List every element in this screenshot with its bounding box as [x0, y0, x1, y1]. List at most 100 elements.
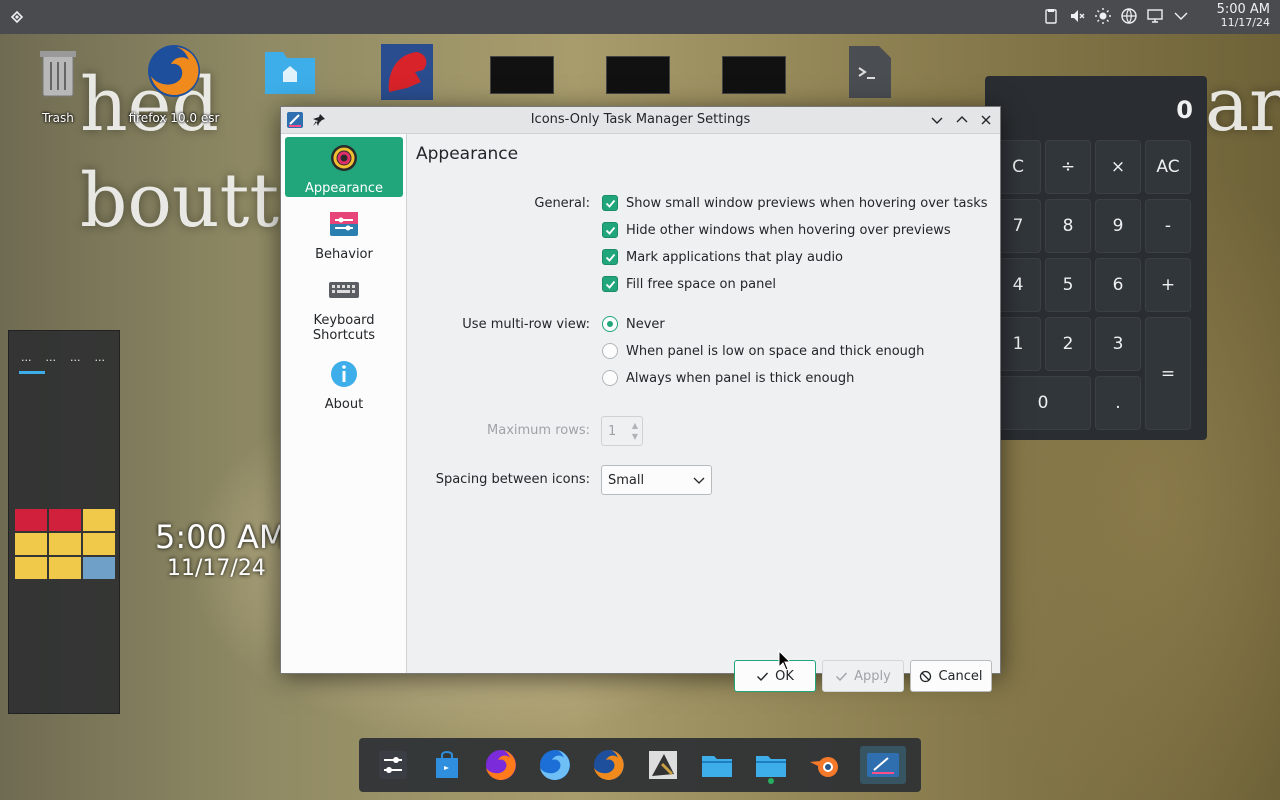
option-fill-free-space[interactable]: Fill free space on panel: [602, 276, 776, 292]
desktop-icon-video-1[interactable]: [474, 42, 570, 102]
checkbox[interactable]: [602, 249, 618, 265]
maximize-button[interactable]: [953, 111, 971, 129]
close-icon: [981, 115, 991, 125]
multirow-label: Use multi-row view:: [462, 317, 590, 332]
radio-label: Always when panel is thick enough: [626, 370, 855, 386]
calculator-key[interactable]: 8: [1045, 199, 1091, 253]
pager-desktop[interactable]: ...: [70, 351, 81, 364]
app-launcher-icon[interactable]: [8, 8, 26, 26]
sidebar-item-label: About: [324, 397, 364, 412]
volume-muted-icon[interactable]: [1068, 7, 1086, 25]
option-hide-other-windows[interactable]: Hide other windows when hovering over pr…: [602, 222, 951, 238]
pager-desktop[interactable]: ...: [21, 351, 32, 364]
calculator-key[interactable]: AC: [1145, 140, 1191, 194]
calculator-key[interactable]: 1: [995, 317, 1041, 371]
calculator-key[interactable]: +: [1145, 258, 1191, 312]
sidebar-item-about[interactable]: About: [285, 353, 403, 413]
checkbox[interactable]: [602, 195, 618, 211]
calculator-key[interactable]: ×: [1095, 140, 1141, 194]
clipboard-icon[interactable]: [1042, 7, 1060, 25]
desktop-clock-date: 11/17/24: [167, 556, 266, 581]
dock-item-firefox[interactable]: [482, 746, 520, 784]
checkbox[interactable]: [602, 276, 618, 292]
desktop-icon-label: Trash: [42, 111, 74, 125]
dock-item-task-manager-settings[interactable]: [860, 746, 906, 784]
panel-clock[interactable]: 5:00 AM 11/17/24: [1217, 3, 1270, 29]
desktop-icon-terminal[interactable]: [822, 42, 918, 111]
pager-desktop[interactable]: ...: [95, 351, 106, 364]
sidebar-item-label: Keyboard Shortcuts: [312, 313, 376, 343]
option-show-previews[interactable]: Show small window previews when hovering…: [602, 195, 988, 211]
file-manager-icon: [702, 756, 732, 777]
home-folder-icon: [265, 52, 315, 94]
comic-thumbnail[interactable]: [15, 509, 115, 579]
desktop-icon-video-2[interactable]: [590, 42, 686, 102]
radio-button[interactable]: [602, 370, 618, 386]
radio-button[interactable]: [602, 316, 618, 332]
calculator-key[interactable]: 4: [995, 258, 1041, 312]
dock-item-system-settings[interactable]: [374, 746, 412, 784]
calculator-key[interactable]: 5: [1045, 258, 1091, 312]
apply-button[interactable]: Apply: [822, 660, 904, 692]
pager-desktop[interactable]: ...: [46, 351, 57, 364]
brightness-icon[interactable]: [1094, 7, 1112, 25]
dock-item-discover[interactable]: [428, 746, 466, 784]
dock-item-file-manager-new[interactable]: [752, 746, 790, 784]
radio-label: Never: [626, 316, 665, 332]
spacing-label: Spacing between icons:: [435, 472, 590, 487]
calculator-key[interactable]: C: [995, 140, 1041, 194]
video-thumbnail-icon: [606, 56, 670, 94]
spin-arrows-icon: ▲ ▼: [631, 421, 638, 441]
calculator-key[interactable]: 6: [1095, 258, 1141, 312]
calculator-key[interactable]: =: [1145, 317, 1191, 430]
dock-item-blender[interactable]: [806, 746, 844, 784]
radio-low-space[interactable]: When panel is low on space and thick eno…: [602, 343, 924, 359]
taskbar-dock: [359, 738, 921, 792]
sidebar-item-behavior[interactable]: Behavior: [285, 203, 403, 263]
max-rows-value: 1: [608, 424, 617, 439]
desktop-icon-game[interactable]: [358, 42, 454, 111]
option-mark-audio[interactable]: Mark applications that play audio: [602, 249, 843, 265]
desktop-icon-firefox[interactable]: firefox 10.0 esr: [126, 42, 222, 125]
chevron-up-icon: [956, 116, 968, 123]
calculator-key[interactable]: 7: [995, 199, 1041, 253]
close-button[interactable]: [977, 111, 995, 129]
calculator-key[interactable]: ÷: [1045, 140, 1091, 194]
calculator-key[interactable]: -: [1145, 199, 1191, 253]
sidebar-item-appearance[interactable]: Appearance: [285, 137, 403, 197]
calculator-key[interactable]: 0: [995, 376, 1091, 430]
spacing-value: Small: [608, 473, 645, 488]
firefox-icon: [486, 750, 516, 780]
dialog-titlebar[interactable]: Icons-Only Task Manager Settings: [281, 107, 1000, 134]
minimize-button[interactable]: [928, 111, 946, 129]
file-manager-new-icon: [756, 756, 786, 784]
discover-store-icon: [436, 751, 458, 778]
dock-item-game[interactable]: [644, 746, 682, 784]
expand-tray-icon[interactable]: [1172, 7, 1190, 25]
sidebar-item-keyboard-shortcuts[interactable]: Keyboard Shortcuts: [285, 269, 403, 347]
dock-item-firefox-old[interactable]: [590, 746, 628, 784]
dock-item-file-manager[interactable]: [698, 746, 736, 784]
calculator-key[interactable]: 9: [1095, 199, 1141, 253]
calculator-key[interactable]: 3: [1095, 317, 1141, 371]
desktop-icon-trash[interactable]: Trash: [10, 42, 106, 125]
network-icon[interactable]: [1120, 7, 1138, 25]
behavior-icon: [330, 212, 358, 236]
ok-button[interactable]: OK: [734, 660, 816, 692]
checkbox[interactable]: [602, 222, 618, 238]
radio-always[interactable]: Always when panel is thick enough: [602, 370, 854, 386]
cancel-button[interactable]: Cancel: [910, 660, 992, 692]
display-icon[interactable]: [1146, 7, 1164, 25]
radio-never[interactable]: Never: [602, 316, 665, 332]
spacing-dropdown[interactable]: Small: [601, 465, 712, 495]
appearance-icon: [331, 145, 357, 171]
checkmark-icon: [605, 226, 615, 235]
calculator-key[interactable]: 2: [1045, 317, 1091, 371]
info-icon: [331, 361, 357, 387]
dock-item-firefox-dev[interactable]: [536, 746, 574, 784]
calculator-key[interactable]: .: [1095, 376, 1141, 430]
virtual-desktop-pager: ... ... ... ...: [8, 330, 120, 714]
radio-button[interactable]: [602, 343, 618, 359]
desktop-icon-video-3[interactable]: [706, 42, 802, 102]
checkmark-icon: [605, 280, 615, 289]
